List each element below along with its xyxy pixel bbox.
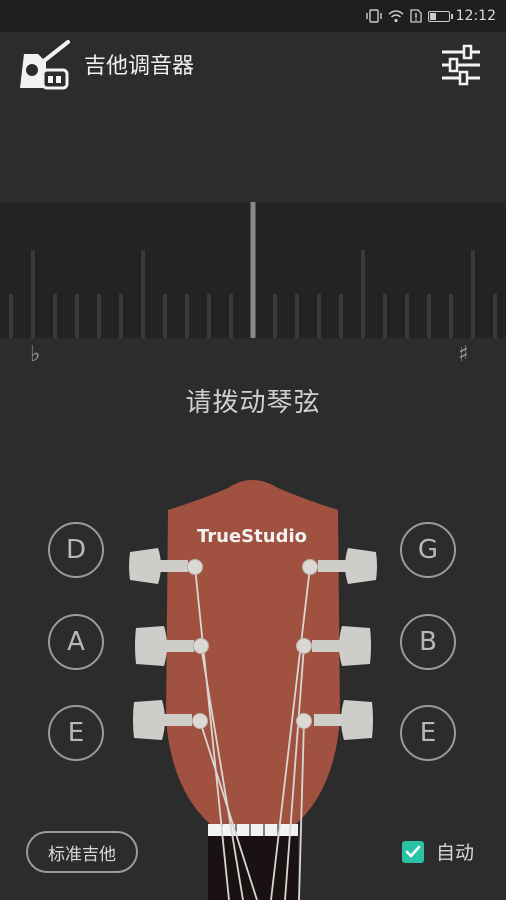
auto-mode-toggle[interactable]: 自动 <box>402 838 474 865</box>
flat-symbol: ♭ <box>30 342 41 367</box>
status-bar: 12:12 <box>0 0 506 32</box>
string-button-low-e[interactable]: E <box>48 705 104 761</box>
meter-tick <box>31 250 35 338</box>
sharp-symbol: ♯ <box>458 342 469 367</box>
auto-checkbox[interactable] <box>402 840 424 863</box>
brand-logo: TrueStudio <box>197 526 307 547</box>
meter-tick <box>449 294 453 338</box>
meter-tick <box>427 294 431 338</box>
tuning-preset-button[interactable]: 标准吉他 <box>26 831 138 873</box>
tuning-meter <box>0 202 506 338</box>
check-icon <box>405 845 421 857</box>
meter-tick <box>229 294 233 338</box>
meter-tick <box>471 250 475 338</box>
wifi-icon <box>388 9 404 23</box>
meter-tick <box>141 250 145 338</box>
page-title: 吉他调音器 <box>84 54 195 79</box>
meter-needle <box>250 202 256 338</box>
string-button-b[interactable]: B <box>400 614 456 670</box>
meter-tick <box>163 294 167 338</box>
vibrate-icon <box>365 9 382 23</box>
app-bar: 吉他调音器 <box>0 32 506 98</box>
meter-tick <box>119 294 123 338</box>
meter-tick <box>295 294 299 338</box>
meter-tick <box>361 250 365 338</box>
string-button-d[interactable]: D <box>48 522 104 578</box>
guitar-logo-icon <box>20 40 70 90</box>
meter-tick <box>75 294 79 338</box>
meter-tick <box>383 294 387 338</box>
meter-tick <box>317 294 321 338</box>
meter-tick <box>9 294 13 338</box>
pluck-string-prompt: 请拨动琴弦 <box>185 388 321 418</box>
string-button-a[interactable]: A <box>48 614 104 670</box>
meter-tick <box>273 294 277 338</box>
sim-alert-icon <box>409 9 422 23</box>
equalizer-settings-icon[interactable] <box>438 44 484 86</box>
meter-tick <box>493 294 497 338</box>
meter-tick <box>207 294 211 338</box>
meter-tick <box>185 294 189 338</box>
meter-tick <box>97 294 101 338</box>
status-time: 12:12 <box>455 8 496 24</box>
meter-tick <box>405 294 409 338</box>
battery-icon <box>427 10 453 22</box>
meter-tick <box>339 294 343 338</box>
string-button-high-e[interactable]: E <box>400 705 456 761</box>
auto-label: 自动 <box>436 842 475 864</box>
meter-tick <box>53 294 57 338</box>
string-button-g[interactable]: G <box>400 522 456 578</box>
